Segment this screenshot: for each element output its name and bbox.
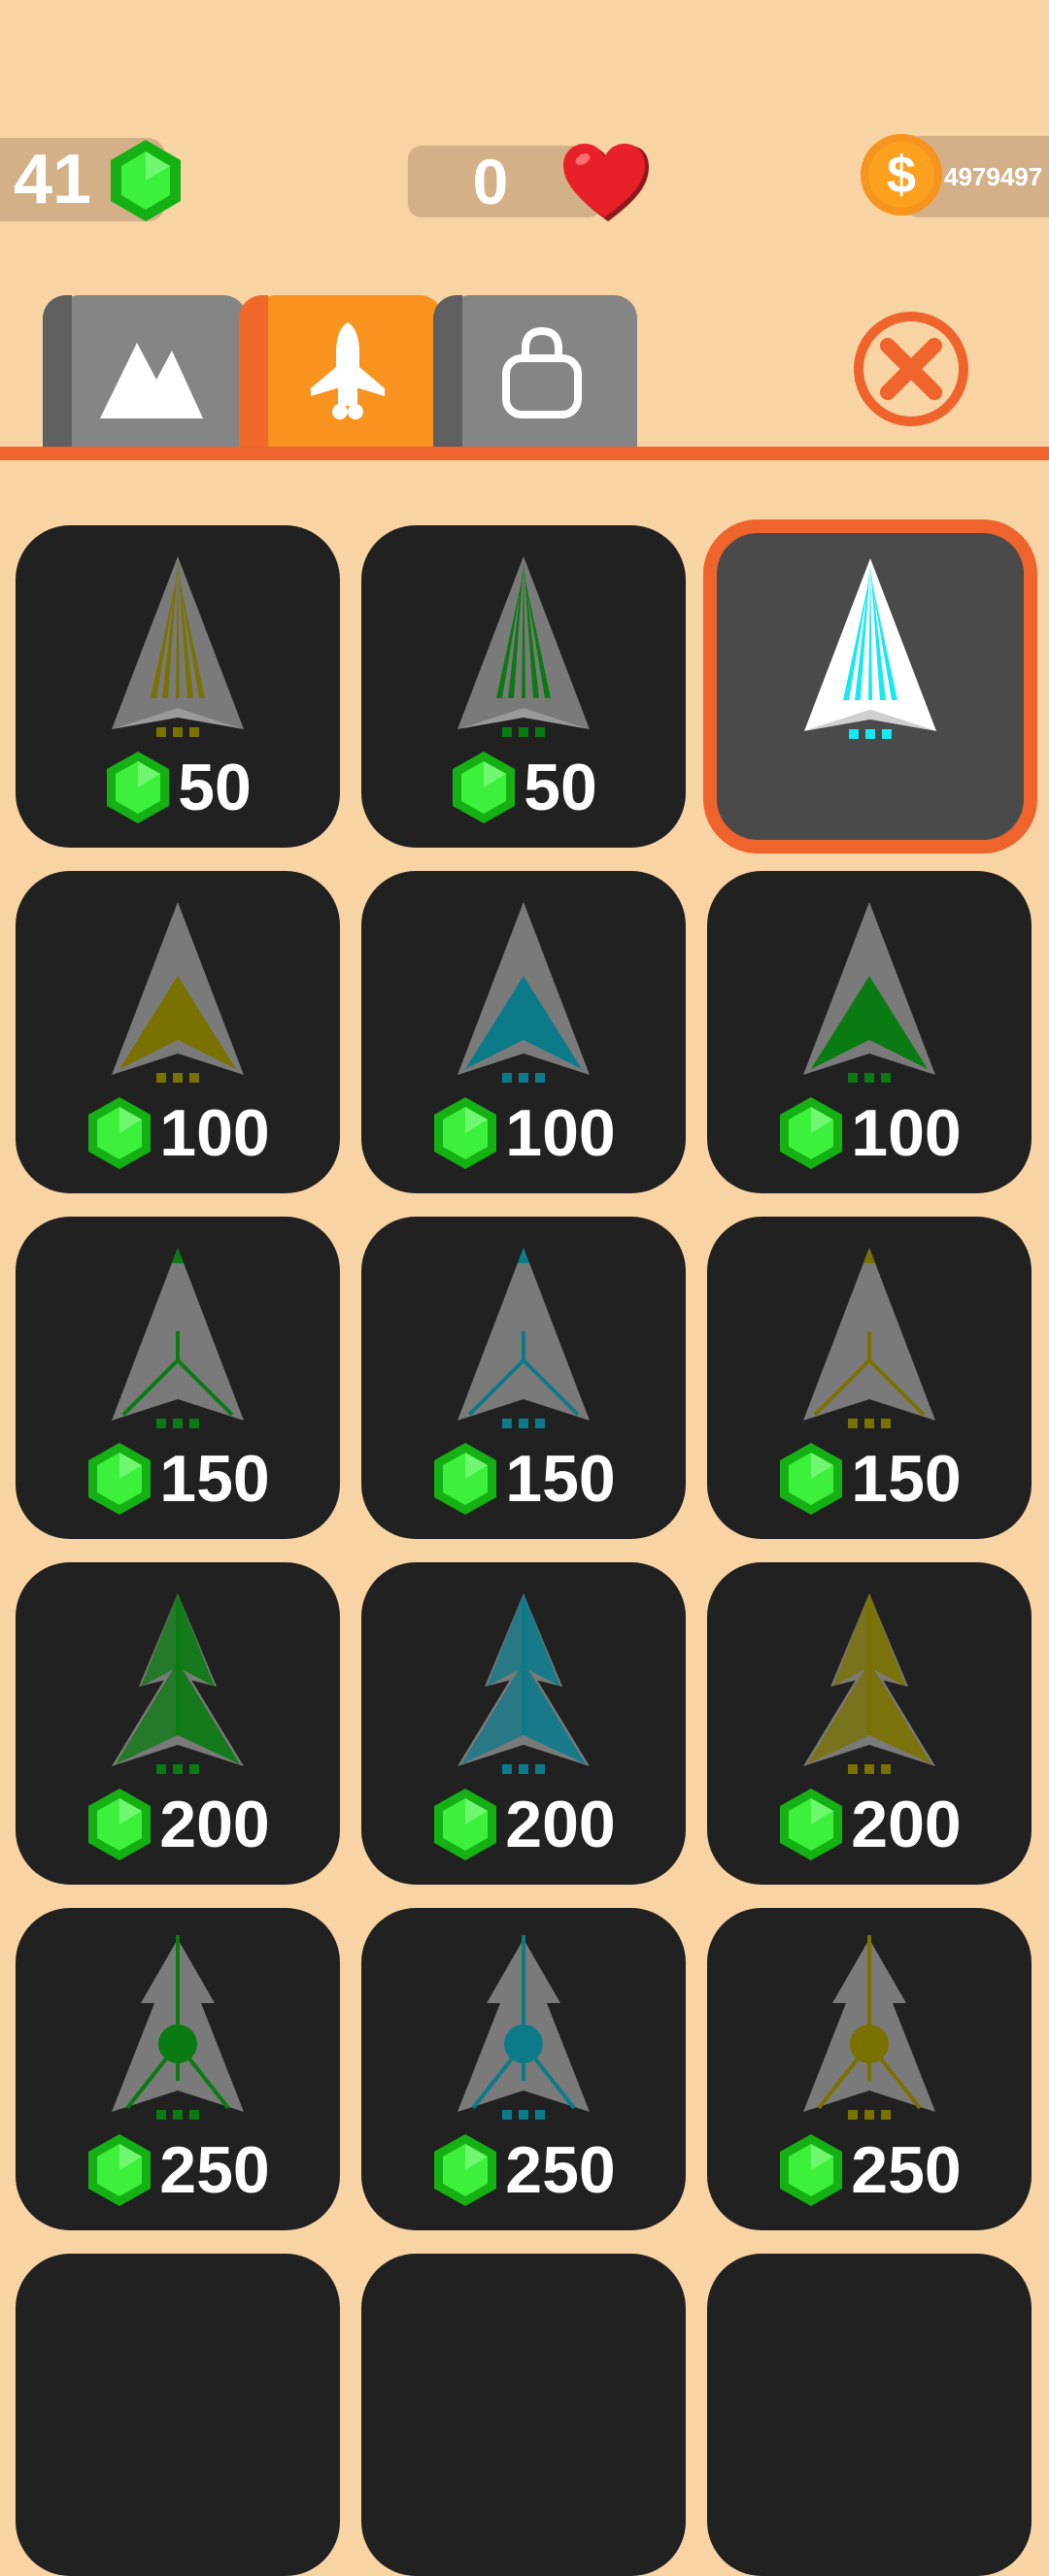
- price-row: 200: [16, 1784, 340, 1865]
- ship-card[interactable]: 100: [16, 871, 340, 1193]
- gem-icon: [111, 140, 181, 221]
- ship-icon: [457, 1935, 590, 2120]
- gem-icon: [107, 752, 170, 823]
- ship-card[interactable]: 50: [16, 525, 340, 848]
- ship-price: 50: [178, 751, 252, 824]
- price-row: 150: [361, 1438, 686, 1520]
- ship-price: 200: [505, 1788, 616, 1861]
- ship-card[interactable]: 150: [707, 1217, 1032, 1539]
- ship-card-partial[interactable]: [16, 2254, 340, 2576]
- price-row: 100: [16, 1092, 340, 1174]
- ship-price: 50: [524, 751, 597, 824]
- ship-card-partial[interactable]: [361, 2254, 686, 2576]
- shopping-bag-icon: [502, 326, 582, 418]
- ship-price: 100: [159, 1096, 270, 1170]
- ship-card-selected[interactable]: [703, 519, 1037, 853]
- ship-icon: [803, 902, 935, 1083]
- tab-shop[interactable]: [433, 295, 637, 449]
- price-row: 200: [361, 1784, 686, 1865]
- heart-icon: [563, 144, 649, 221]
- gem-icon: [434, 1097, 497, 1169]
- price-row: 250: [707, 2129, 1032, 2211]
- coin-symbol: $: [887, 146, 916, 204]
- gem-icon: [88, 1097, 152, 1169]
- ship-icon: [803, 1593, 935, 1774]
- price-row: 250: [16, 2129, 340, 2211]
- ship-card[interactable]: 150: [16, 1217, 340, 1539]
- ship-icon: [457, 1593, 590, 1774]
- ship-icon: [457, 1248, 590, 1428]
- ship-card[interactable]: 250: [361, 1908, 686, 2230]
- ship-card[interactable]: 100: [361, 871, 686, 1193]
- mountain-icon: [100, 343, 203, 418]
- ship-icon: [112, 1935, 244, 2120]
- price-row: 150: [16, 1438, 340, 1520]
- gem-icon: [434, 1443, 497, 1515]
- ship-icon: [457, 902, 590, 1083]
- ship-icon: [804, 558, 936, 739]
- tab-map[interactable]: [43, 295, 247, 449]
- ship-price: 250: [851, 2133, 962, 2207]
- ship-icon: [112, 1593, 244, 1774]
- ship-price: 250: [505, 2133, 616, 2207]
- gem-icon: [88, 1789, 152, 1860]
- gem-icon: [453, 752, 516, 823]
- price-row: 50: [361, 747, 686, 828]
- gem-icon: [780, 1789, 843, 1860]
- ship-price: 150: [159, 1442, 270, 1516]
- ship-price: 150: [851, 1442, 962, 1516]
- ship-icon: [112, 902, 244, 1083]
- price-row: 100: [361, 1092, 686, 1174]
- ship-price: 100: [851, 1096, 962, 1170]
- gems-count: 41: [14, 141, 92, 218]
- ship-price: 250: [159, 2133, 270, 2207]
- gem-icon: [780, 1097, 843, 1169]
- ship-price: 150: [505, 1442, 616, 1516]
- ship-icon: [112, 1248, 244, 1428]
- gem-icon: [434, 2134, 497, 2206]
- ship-card[interactable]: 150: [361, 1217, 686, 1539]
- price-row: 100: [707, 1092, 1032, 1174]
- ship-icon: [457, 556, 590, 737]
- ship-icon: [803, 1935, 935, 2120]
- price-row: 200: [707, 1784, 1032, 1865]
- ship-card[interactable]: 50: [361, 525, 686, 848]
- rocket-icon: [311, 322, 385, 419]
- tab-map-shadow: [43, 295, 72, 449]
- gem-icon: [780, 2134, 843, 2206]
- close-button[interactable]: [851, 309, 971, 429]
- tab-shop-shadow: [433, 295, 462, 449]
- coins-count: 4979497: [944, 162, 1043, 191]
- tab-ships-shadow: [239, 295, 268, 449]
- price-row: 150: [707, 1438, 1032, 1520]
- gem-icon: [88, 2134, 152, 2206]
- coin-icon: $: [861, 134, 942, 216]
- ship-card[interactable]: 250: [16, 1908, 340, 2230]
- ship-price: 200: [159, 1788, 270, 1861]
- ship-price: 100: [505, 1096, 616, 1170]
- ship-price: 200: [851, 1788, 962, 1861]
- gem-icon: [88, 1443, 152, 1515]
- ship-card[interactable]: 200: [16, 1562, 340, 1885]
- ship-card-partial[interactable]: [707, 2254, 1032, 2576]
- tab-ships[interactable]: [239, 295, 443, 449]
- gem-icon: [780, 1443, 843, 1515]
- gem-icon: [434, 1789, 497, 1860]
- price-row: 50: [16, 747, 340, 828]
- ship-card[interactable]: 250: [707, 1908, 1032, 2230]
- ship-card[interactable]: 200: [361, 1562, 686, 1885]
- ship-card[interactable]: 200: [707, 1562, 1032, 1885]
- ship-icon: [803, 1248, 935, 1428]
- ship-icon: [112, 556, 244, 737]
- tab-underline: [0, 447, 1049, 460]
- hearts-count: 0: [472, 146, 509, 217]
- ship-card[interactable]: 100: [707, 871, 1032, 1193]
- price-row: 250: [361, 2129, 686, 2211]
